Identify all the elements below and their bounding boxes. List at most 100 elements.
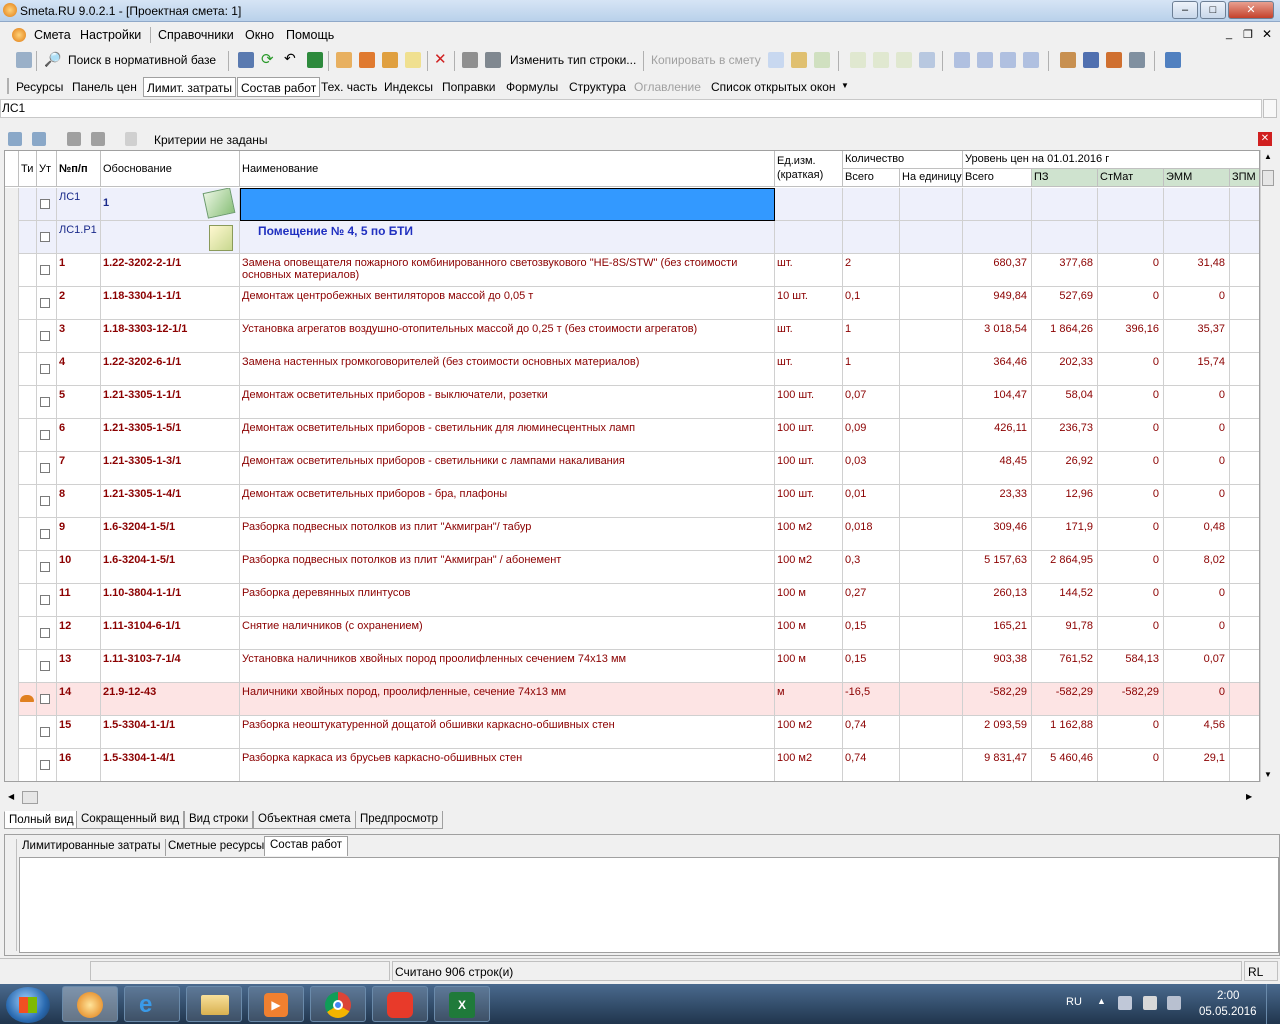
row-qty-per-unit[interactable] [900, 518, 963, 551]
row-stmat[interactable]: 0 [1098, 551, 1164, 584]
row-number[interactable]: 11 [57, 584, 101, 617]
col-header-name[interactable]: Наименование [240, 151, 775, 187]
table-row[interactable]: 1 1.22-3202-2-1/1 Замена оповещателя пожар… [5, 254, 1259, 287]
worker-icon[interactable] [359, 52, 375, 68]
row-pz[interactable]: -582,29 [1032, 683, 1098, 716]
filter-doc-icon[interactable] [125, 132, 137, 146]
row-basis[interactable]: 1.11-3104-6-1/1 [101, 617, 240, 650]
menu-help[interactable]: Помощь [286, 28, 334, 42]
check-cell[interactable] [37, 683, 57, 716]
row-total[interactable]: 165,21 [963, 617, 1032, 650]
table-row[interactable]: 8 1.21-3305-1-4/1 Демонтаж осветительных п… [5, 485, 1259, 518]
check-cell[interactable] [37, 419, 57, 452]
row-number[interactable]: 6 [57, 419, 101, 452]
row-pz[interactable]: 2 864,95 [1032, 551, 1098, 584]
row-qty[interactable]: 0,1 [843, 287, 900, 320]
type-cell[interactable] [19, 419, 37, 452]
row-unit[interactable]: 10 шт. [775, 287, 843, 320]
row-qty[interactable]: 0,15 [843, 617, 900, 650]
row-name[interactable]: Снятие наличников (с охранением) [240, 617, 775, 650]
row-qty[interactable]: 0,27 [843, 584, 900, 617]
table-row[interactable]: 13 1.11-3103-7-1/4 Установка наличников хв… [5, 650, 1259, 683]
row-unit[interactable]: 100 шт. [775, 485, 843, 518]
row-unit[interactable]: 100 шт. [775, 452, 843, 485]
close-filter-icon[interactable]: ✕ [1258, 132, 1272, 146]
row-name[interactable]: Разборка подвесных потолков из плит "Акм… [240, 518, 775, 551]
row-basis[interactable]: 1.10-3804-1-1/1 [101, 584, 240, 617]
row-number[interactable]: 15 [57, 716, 101, 749]
copy-to-estimate-button[interactable]: Копировать в смету [651, 53, 761, 67]
row-emm[interactable]: 0 [1164, 584, 1230, 617]
truck-icon[interactable] [485, 52, 501, 68]
row-emm[interactable]: 0 [1164, 683, 1230, 716]
row-qty-per-unit[interactable] [900, 419, 963, 452]
row-zpm[interactable] [1230, 584, 1259, 617]
tab-indexes[interactable]: Индексы [381, 77, 436, 97]
row-emm[interactable]: 0 [1164, 287, 1230, 320]
row-qty-per-unit[interactable] [900, 254, 963, 287]
row-total[interactable]: 949,84 [963, 287, 1032, 320]
row-stmat[interactable]: 0 [1098, 584, 1164, 617]
row-basis[interactable]: 1.18-3303-12-1/1 [101, 320, 240, 353]
row-zpm[interactable] [1230, 683, 1259, 716]
paste-special-icon[interactable] [814, 52, 830, 68]
row-basis[interactable]: 1.11-3103-7-1/4 [101, 650, 240, 683]
col-header-emm[interactable]: ЭММ [1164, 169, 1230, 187]
row-stmat[interactable]: 0 [1098, 353, 1164, 386]
row-basis[interactable]: 1.18-3304-1-1/1 [101, 287, 240, 320]
subsection-icon[interactable] [896, 52, 912, 68]
row-checkbox[interactable] [40, 397, 50, 407]
row-total[interactable]: 23,33 [963, 485, 1032, 518]
table-row[interactable]: 3 1.18-3303-12-1/1 Установка агрегатов воз… [5, 320, 1259, 353]
row-qty-per-unit[interactable] [900, 716, 963, 749]
col-header-qty-unit[interactable]: На единицу [900, 169, 963, 187]
table-row[interactable]: 6 1.21-3305-1-5/1 Демонтаж осветительных п… [5, 419, 1259, 452]
row-stmat[interactable]: 0 [1098, 287, 1164, 320]
col-header-basis[interactable]: Обоснование [101, 151, 240, 187]
row-pz[interactable]: 144,52 [1032, 584, 1098, 617]
row-pz[interactable]: 1 864,26 [1032, 320, 1098, 353]
row-qty-per-unit[interactable] [900, 386, 963, 419]
detail-tab-limited-costs[interactable]: Лимитированные затраты [20, 839, 162, 856]
close-button[interactable]: ✕ [1228, 1, 1274, 19]
row-zpm[interactable] [1230, 749, 1259, 781]
table-row[interactable]: 10 1.6-3204-1-5/1 Разборка подвесных потол… [5, 551, 1259, 584]
row-basis[interactable]: 1.5-3304-1-4/1 [101, 749, 240, 781]
row-basis[interactable]: 1.22-3202-6-1/1 [101, 353, 240, 386]
row-stmat[interactable]: 0 [1098, 749, 1164, 781]
type-cell[interactable] [19, 716, 37, 749]
paste-icon[interactable] [791, 52, 807, 68]
row-total[interactable]: 2 093,59 [963, 716, 1032, 749]
row-qty-per-unit[interactable] [900, 485, 963, 518]
section-icon[interactable] [873, 52, 889, 68]
row-stmat[interactable]: 0 [1098, 419, 1164, 452]
indent-icon[interactable] [954, 52, 970, 68]
type-cell[interactable] [19, 683, 37, 716]
check-cell[interactable] [37, 254, 57, 287]
tree-icon[interactable] [16, 52, 32, 68]
row-checkbox[interactable] [40, 496, 50, 506]
move-up-icon[interactable] [1000, 52, 1016, 68]
row-pz[interactable]: 527,69 [1032, 287, 1098, 320]
row-qty[interactable]: 0,15 [843, 650, 900, 683]
mdi-close-icon[interactable]: ✕ [1262, 27, 1272, 41]
table-row[interactable]: 4 1.22-3202-6-1/1 Замена настенных громког… [5, 353, 1259, 386]
row-qty[interactable]: 0,3 [843, 551, 900, 584]
row-checkbox[interactable] [40, 595, 50, 605]
up-icon[interactable] [67, 132, 81, 146]
row-checkbox[interactable] [40, 331, 50, 341]
row-total[interactable]: 48,45 [963, 452, 1032, 485]
row-unit[interactable]: шт. [775, 353, 843, 386]
row-pz[interactable]: 202,33 [1032, 353, 1098, 386]
row-stmat[interactable]: 0 [1098, 386, 1164, 419]
scroll-down-icon[interactable]: ▼ [1264, 770, 1272, 779]
row-name[interactable]: Разборка неоштукатуренной дощатой обшивк… [240, 716, 775, 749]
row-pz[interactable]: 26,92 [1032, 452, 1098, 485]
name-cell-selected[interactable] [240, 188, 775, 221]
row-unit[interactable]: 100 м [775, 617, 843, 650]
row-stmat[interactable]: 0 [1098, 485, 1164, 518]
taskbar-explorer[interactable] [186, 986, 242, 1022]
row-unit[interactable]: шт. [775, 254, 843, 287]
edit-icon[interactable] [336, 52, 352, 68]
row-qty[interactable]: 2 [843, 254, 900, 287]
